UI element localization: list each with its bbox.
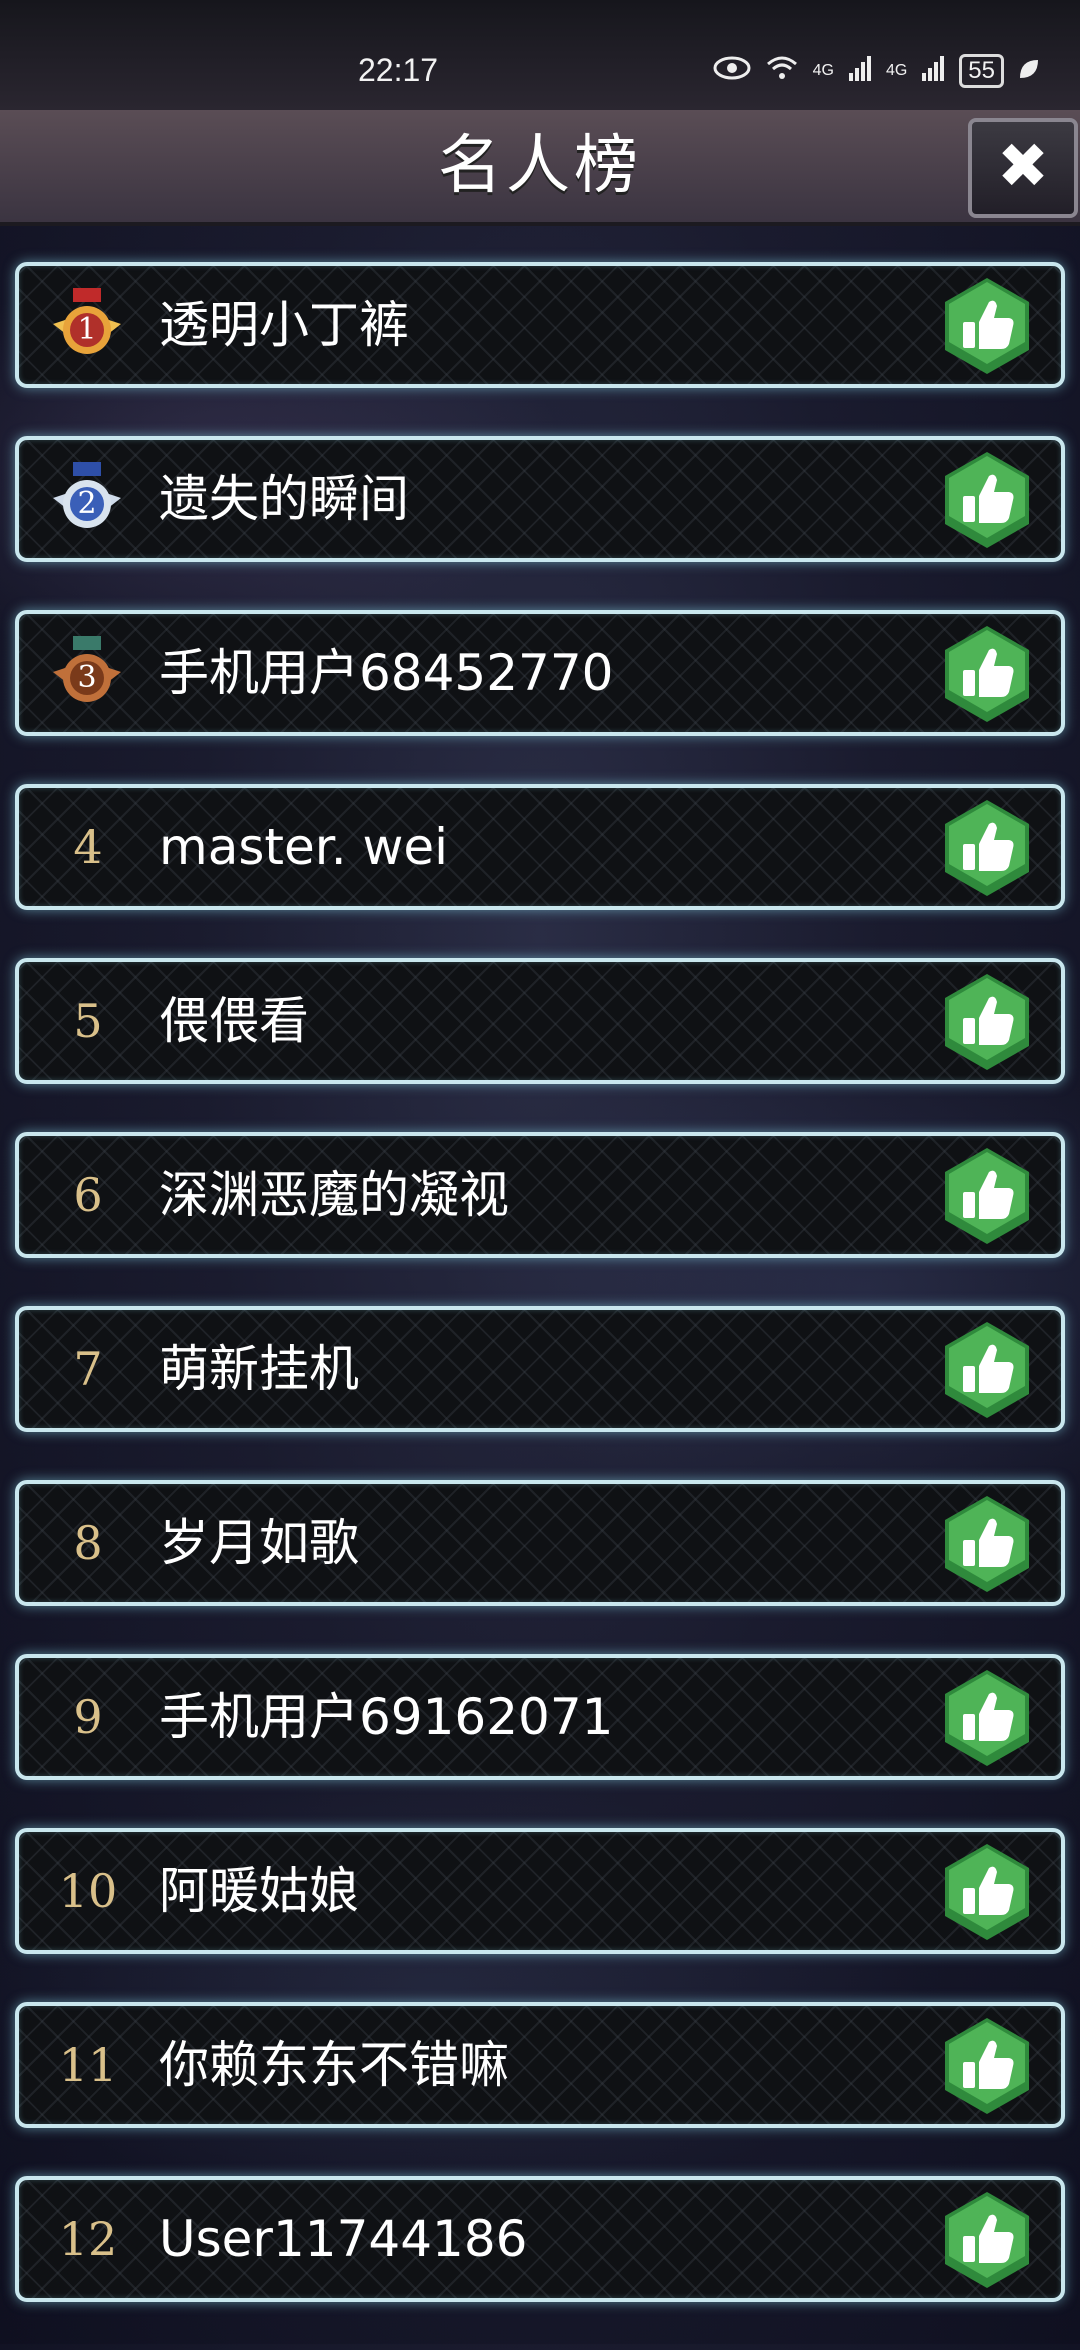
thumbs-up-icon (945, 278, 1029, 374)
thumbs-up-icon (945, 1148, 1029, 1244)
thumbs-up-icon (945, 1670, 1029, 1766)
player-name: 手机用户68452770 (159, 644, 614, 702)
rank-number: 12 (58, 2212, 118, 2266)
rank-number: 1 (77, 312, 97, 347)
leaderboard-row: 10 阿暖姑娘 (15, 1828, 1065, 1954)
rank-number: 4 (73, 820, 103, 874)
like-button[interactable] (941, 2016, 1033, 2116)
thumbs-up-icon (945, 452, 1029, 548)
leaderboard-row: 2 遗失的瞬间 (15, 436, 1065, 562)
player-name: 遗失的瞬间 (159, 470, 409, 528)
thumbs-up-icon (945, 800, 1029, 896)
leaderboard-row: 4 master. wei (15, 784, 1065, 910)
leaderboard-row: 11 你赖东东不错嘛 (15, 2002, 1065, 2128)
player-name: 萌新挂机 (159, 1340, 359, 1398)
thumbs-up-icon (945, 1496, 1029, 1592)
status-time: 22:17 (358, 52, 439, 88)
bronze-medal-icon: 3 (49, 636, 125, 712)
like-button[interactable] (941, 276, 1033, 376)
like-button[interactable] (941, 1668, 1033, 1768)
leaderboard-row: 8 岁月如歌 (15, 1480, 1065, 1606)
signal-label-1: 4G (812, 62, 834, 79)
thumbs-up-icon (945, 974, 1029, 1070)
thumbs-up-icon (945, 626, 1029, 722)
header-bar: 名人榜 (0, 110, 1080, 226)
like-button[interactable] (941, 1320, 1033, 1420)
gold-medal-icon: 1 (49, 288, 125, 364)
rank-number: 3 (77, 660, 97, 695)
leaderboard-row: 3 手机用户68452770 (15, 610, 1065, 736)
signal-bars-icon-2 (921, 55, 945, 88)
player-name: 透明小丁裤 (159, 296, 409, 354)
player-name: 岁月如歌 (159, 1514, 359, 1572)
player-name: User11744186 (159, 2210, 528, 2268)
leaderboard-row: 5 偎偎看 (15, 958, 1065, 1084)
leaf-icon (1018, 55, 1040, 87)
eye-icon (713, 55, 751, 87)
signal-label-2: 4G (885, 62, 908, 79)
like-button[interactable] (941, 972, 1033, 1072)
rank-number: 9 (73, 1690, 103, 1744)
rank-number: 8 (73, 1516, 103, 1570)
signal-bars-icon (848, 55, 872, 88)
page-title: 名人榜 (438, 129, 642, 203)
wifi-icon (765, 55, 799, 88)
player-name: 手机用户69162071 (159, 1688, 614, 1746)
rank-number: 2 (77, 486, 97, 521)
close-icon: ✖ (997, 129, 1049, 202)
thumbs-up-icon (945, 2192, 1029, 2288)
like-button[interactable] (941, 624, 1033, 724)
player-name: master. wei (159, 818, 449, 876)
like-button[interactable] (941, 1842, 1033, 1942)
leaderboard-row: 12 User11744186 (15, 2176, 1065, 2302)
like-button[interactable] (941, 1494, 1033, 1594)
like-button[interactable] (941, 450, 1033, 550)
leaderboard-list: 1 透明小丁裤 2 遗失的瞬间 3 手机用户68452770 4 master. wei 5 偎偎… (15, 262, 1065, 2350)
like-button[interactable] (941, 1146, 1033, 1246)
thumbs-up-icon (945, 2018, 1029, 2114)
like-button[interactable] (941, 2190, 1033, 2290)
leaderboard-row: 6 深渊恶魔的凝视 (15, 1132, 1065, 1258)
player-name: 你赖东东不错嘛 (159, 2036, 509, 2094)
silver-medal-icon: 2 (49, 462, 125, 538)
battery-level: 55 (959, 54, 1004, 88)
leaderboard-row: 9 手机用户69162071 (15, 1654, 1065, 1780)
leaderboard-row: 1 透明小丁裤 (15, 262, 1065, 388)
player-name: 深渊恶魔的凝视 (159, 1166, 509, 1224)
close-button[interactable]: ✖ (968, 118, 1078, 218)
status-icons: 4G 4G 55 (713, 54, 1040, 88)
leaderboard-row: 7 萌新挂机 (15, 1306, 1065, 1432)
rank-number: 7 (73, 1342, 103, 1396)
like-button[interactable] (941, 798, 1033, 898)
thumbs-up-icon (945, 1844, 1029, 1940)
player-name: 阿暖姑娘 (159, 1862, 359, 1920)
rank-number: 10 (58, 1864, 118, 1918)
thumbs-up-icon (945, 1322, 1029, 1418)
rank-number: 6 (73, 1168, 103, 1222)
rank-number: 5 (73, 994, 103, 1048)
rank-number: 11 (58, 2038, 118, 2092)
player-name: 偎偎看 (159, 992, 309, 1050)
status-bar: 22:17 4G 4G 55 (0, 0, 1080, 110)
